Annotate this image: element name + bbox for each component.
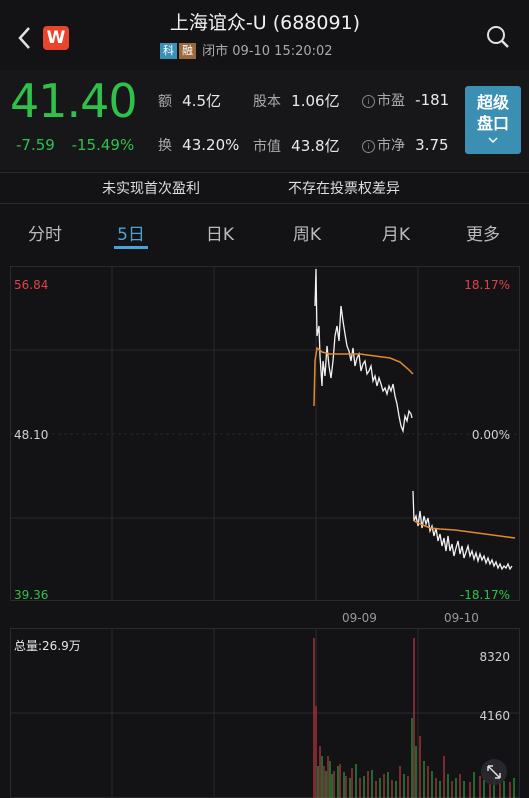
avg-line-day1	[313, 346, 414, 407]
stock-title: 上海谊众-U (688091)	[169, 12, 361, 34]
last-price: 41.40	[10, 74, 138, 128]
stat-value: 3.75	[415, 136, 449, 154]
chart-grid	[10, 266, 520, 798]
notice-bar	[0, 172, 529, 204]
stat-label: 额	[158, 94, 172, 110]
stock-status-row: 科融 闭市 09-10 15:20:02	[160, 40, 333, 59]
star-market-badge: 科	[160, 43, 177, 59]
volume-axis-mid-label: 4160	[479, 709, 510, 723]
tab-5day[interactable]: 5日	[91, 220, 171, 245]
stat-value: 43.8亿	[291, 137, 340, 155]
five-day-chart[interactable]: 56.84 48.10 39.36 18.17% 0.00% -18.17% 0…	[10, 266, 520, 798]
market-status-text: 闭市 09-10 15:20:02	[202, 44, 333, 59]
search-icon[interactable]	[485, 24, 511, 50]
stat-pe[interactable]: i 市盈 -181	[362, 90, 449, 110]
chevron-down-icon	[465, 134, 521, 144]
tab-monthly-k[interactable]: 月K	[356, 220, 436, 245]
stat-amount: 额 4.5亿	[158, 90, 221, 111]
stat-label: 市盈	[377, 93, 405, 109]
total-volume-label: 总量:26.9万	[14, 639, 81, 653]
stat-turnover: 换 43.20%	[158, 135, 239, 155]
tab-intraday[interactable]: 分时	[5, 220, 85, 245]
super-orderbook-button[interactable]: 超级 盘口	[465, 86, 521, 154]
pct-axis-low-label: -18.17%	[460, 588, 510, 602]
volume-axis-top-label: 8320	[479, 650, 510, 664]
y-axis-low-label: 39.36	[14, 588, 48, 602]
stat-value: 1.06亿	[291, 92, 340, 110]
stat-value: 4.5亿	[182, 92, 222, 110]
stat-label: 市净	[377, 138, 405, 154]
tab-more[interactable]: 更多	[443, 220, 523, 245]
y-axis-mid-label: 48.10	[14, 428, 48, 442]
stat-share-capital: 股本 1.06亿	[253, 90, 340, 111]
price-change: -7.59 -15.49%	[16, 136, 134, 154]
stat-pb[interactable]: i 市净 3.75	[362, 135, 449, 155]
tab-weekly-k[interactable]: 周K	[267, 220, 347, 245]
date-label-day2: 09-10	[444, 611, 479, 625]
tab-daily-k[interactable]: 日K	[180, 220, 260, 245]
stat-value: -181	[415, 91, 450, 109]
stat-label: 换	[158, 138, 172, 154]
super-button-line2: 盘口	[476, 114, 509, 133]
app-logo-icon: W	[43, 26, 69, 50]
expand-icon[interactable]	[481, 759, 507, 785]
info-icon[interactable]: i	[362, 140, 375, 153]
pct-axis-high-label: 18.17%	[464, 278, 510, 292]
stat-market-cap: 市值 43.8亿	[253, 135, 340, 156]
active-tab-indicator	[114, 246, 148, 249]
stat-label: 市值	[253, 139, 281, 155]
stat-label: 股本	[253, 94, 281, 110]
notice-voting-rights: 不存在投票权差异	[288, 181, 400, 197]
price-line-day2	[412, 490, 513, 571]
change-amount: -7.59	[16, 136, 55, 154]
super-button-line1: 超级	[476, 93, 509, 112]
notice-unprofitable: 未实现首次盈利	[102, 181, 200, 197]
margin-badge: 融	[179, 43, 196, 59]
stat-value: 43.20%	[182, 136, 240, 154]
back-icon[interactable]	[14, 24, 36, 52]
pct-axis-mid-label: 0.00%	[472, 428, 510, 442]
date-label-day1: 09-09	[342, 611, 377, 625]
change-percent: -15.49%	[71, 136, 135, 154]
y-axis-high-label: 56.84	[14, 278, 48, 292]
info-icon[interactable]: i	[362, 95, 375, 108]
